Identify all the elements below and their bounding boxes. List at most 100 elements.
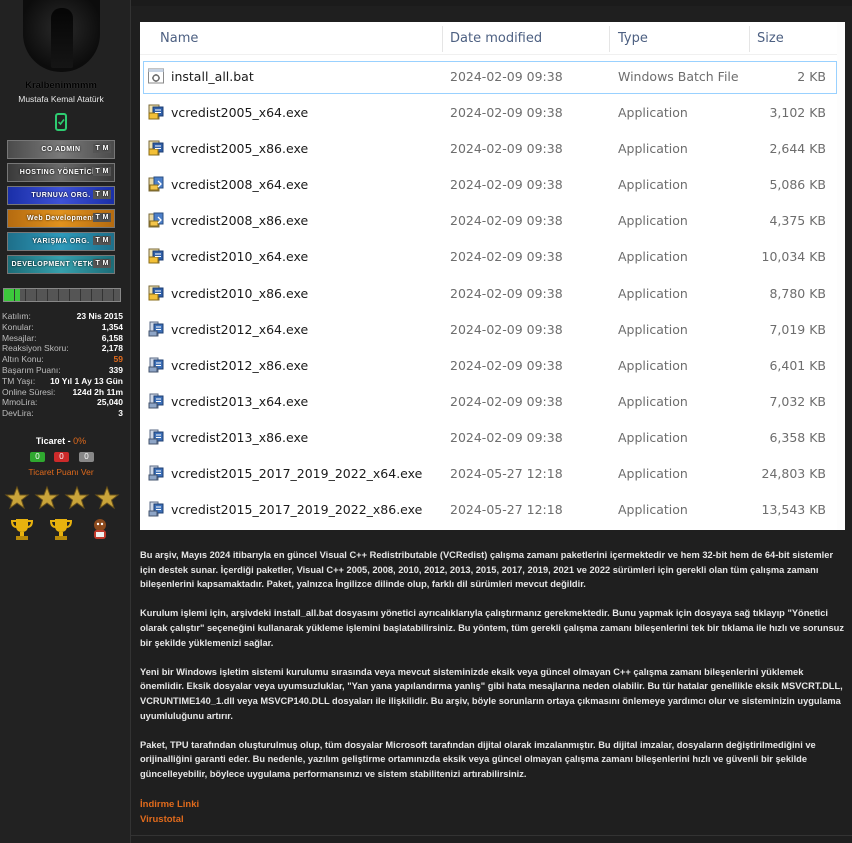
banner-turnuva: TURNUVA ORG. T M [7,186,115,205]
user-title: Mustafa Kemal Atatürk [18,94,104,104]
file-type: Application [618,357,688,373]
file-date: 2024-05-27 12:18 [450,466,563,482]
column-date-modified[interactable]: Date modified [450,31,542,46]
installer-icon [147,320,165,338]
star-award-icon[interactable] [64,485,90,511]
file-row[interactable]: vcredist2005_x64.exe 2024-02-09 09:38 Appl… [140,95,837,131]
file-type: Application [618,105,688,121]
file-type: Application [618,285,688,301]
file-row[interactable]: vcredist2010_x64.exe 2024-02-09 09:38 Appl… [140,239,837,275]
file-size: 6,358 KB [769,429,826,445]
post-links: İndirme Linki Virustotal [140,797,199,827]
avatar[interactable] [23,0,100,72]
scrollbar[interactable] [837,22,845,530]
file-row[interactable]: vcredist2013_x86.exe 2024-02-09 09:38 Appl… [140,420,837,456]
installer-icon [147,428,165,446]
ticaret-neutral-count[interactable]: 0 [79,452,94,462]
column-name[interactable]: Name [160,31,198,46]
file-row[interactable]: install_all.bat 2024-02-09 09:38 Windows B… [140,59,837,95]
file-size: 10,034 KB [761,249,826,265]
stat-label: Reaksiyon Skoru: [2,343,69,354]
file-date: 2024-02-09 09:38 [450,213,563,229]
file-row[interactable]: vcredist2005_x86.exe 2024-02-09 09:38 Appl… [140,131,837,167]
file-type: Application [618,502,688,518]
banner-yarisma: YARIŞMA ORG. T M [7,232,115,251]
file-name: vcredist2010_x64.exe [171,249,309,265]
trophy-award-icon[interactable] [48,516,74,542]
banner-tm: T M [93,213,111,222]
file-row[interactable]: vcredist2008_x86.exe 2024-02-09 09:38 Appl… [140,203,837,239]
file-row[interactable]: vcredist2015_2017_2019_2022_x86.exe 2024-… [140,492,837,528]
stat-row: Katılım: 23 Nis 2015 [2,311,123,322]
star-award-icon[interactable] [34,485,60,511]
mobile-verified-icon [55,113,67,131]
file-type: Application [618,321,688,337]
stat-row: Altın Konu: 59 [2,354,123,365]
post-body: Bu arşiv, Mayıs 2024 itibarıyla en günce… [140,548,846,796]
ticaret-negative-count[interactable]: 0 [54,452,69,462]
column-type[interactable]: Type [618,31,648,46]
banner-label: CO ADMIN [41,146,81,153]
column-size[interactable]: Size [757,31,784,46]
file-size: 4,375 KB [769,213,826,229]
file-name: vcredist2013_x86.exe [171,429,309,445]
file-name: vcredist2010_x86.exe [171,285,309,301]
file-type: Application [618,429,688,445]
file-type: Application [618,213,688,229]
stat-value: 3 [118,408,123,419]
banner-tm: T M [93,190,111,199]
file-size: 2 KB [797,69,826,84]
stat-label: Mesajlar: [2,332,37,343]
file-date: 2024-02-09 09:38 [450,321,563,337]
username[interactable]: Kralbenimmmm [0,80,122,91]
file-explorer-screenshot: Name Date modified Type Size install_all… [140,22,845,530]
installer-icon [147,247,165,265]
banner-label: HOSTING YÖNETİCİSİ [19,169,103,176]
ticaret-percent: 0% [73,436,87,446]
file-row[interactable]: vcredist2008_x64.exe 2024-02-09 09:38 Appl… [140,167,837,203]
stat-value: 6,158 [101,332,123,343]
download-link[interactable]: İndirme Linki [140,797,199,812]
file-row[interactable]: vcredist2015_2017_2019_2022_x64.exe 2024-… [140,456,837,492]
installer-icon [147,103,165,121]
file-row[interactable]: vcredist2013_x64.exe 2024-02-09 09:38 Appl… [140,384,837,420]
stat-row: Konular: 1,354 [2,322,123,333]
virustotal-link[interactable]: Virustotal [140,812,199,827]
banner-tm: T M [93,144,111,153]
file-row[interactable]: vcredist2010_x86.exe 2024-02-09 09:38 Appl… [140,276,837,312]
star-award-icon[interactable] [4,485,30,511]
banner-hosting: HOSTING YÖNETİCİSİ T M [7,163,115,182]
file-date: 2024-02-09 09:38 [450,105,563,121]
file-name: vcredist2015_2017_2019_2022_x86.exe [171,502,423,518]
post-header-strip [131,0,852,6]
stat-value: 10 Yıl 1 Ay 13 Gün [50,375,123,386]
stat-row: Başarım Puanı: 339 [2,365,123,376]
ticaret-label: Ticaret - [35,436,74,446]
file-size: 7,032 KB [769,393,826,409]
stat-value: 124d 2h 11m [72,386,123,397]
post-paragraph: Kurulum işlemi için, arşivdeki install_a… [140,608,845,648]
stat-label: Katılım: [2,311,31,321]
trophy-award-icon[interactable] [9,516,35,542]
star-award-icon[interactable] [94,485,120,511]
file-size: 2,644 KB [769,141,826,157]
stat-label: Online Süresi: [2,386,56,397]
installer-icon [147,500,165,518]
file-size: 3,102 KB [769,105,826,121]
mascot-award-icon[interactable] [87,516,113,542]
file-row[interactable]: vcredist2012_x86.exe 2024-02-09 09:38 Appl… [140,348,837,384]
installer-icon [147,356,165,374]
post-paragraph: Bu arşiv, Mayıs 2024 itibarıyla en günce… [140,550,834,590]
file-row[interactable]: vcredist2012_x64.exe 2024-02-09 09:38 Appl… [140,312,837,348]
ticaret-positive-count[interactable]: 0 [30,452,45,462]
file-date: 2024-02-09 09:38 [450,285,563,301]
stat-row: Reaksiyon Skoru: 2,178 [2,343,123,354]
banner-label: YARIŞMA ORG. [32,238,90,245]
ticaret-score: Ticaret - 0% [0,436,122,446]
stat-row: DevLira: 3 [2,408,123,419]
user-panel: Kralbenimmmm Mustafa Kemal Atatürk CO AD… [0,0,131,843]
stat-value: 23 Nis 2015 [76,311,123,321]
stat-row: TM Yaşı: 10 Yıl 1 Ay 13 Gün [2,376,123,387]
file-size: 5,086 KB [769,177,826,193]
ticaret-rate-link[interactable]: Ticaret Puanı Ver [0,467,122,477]
